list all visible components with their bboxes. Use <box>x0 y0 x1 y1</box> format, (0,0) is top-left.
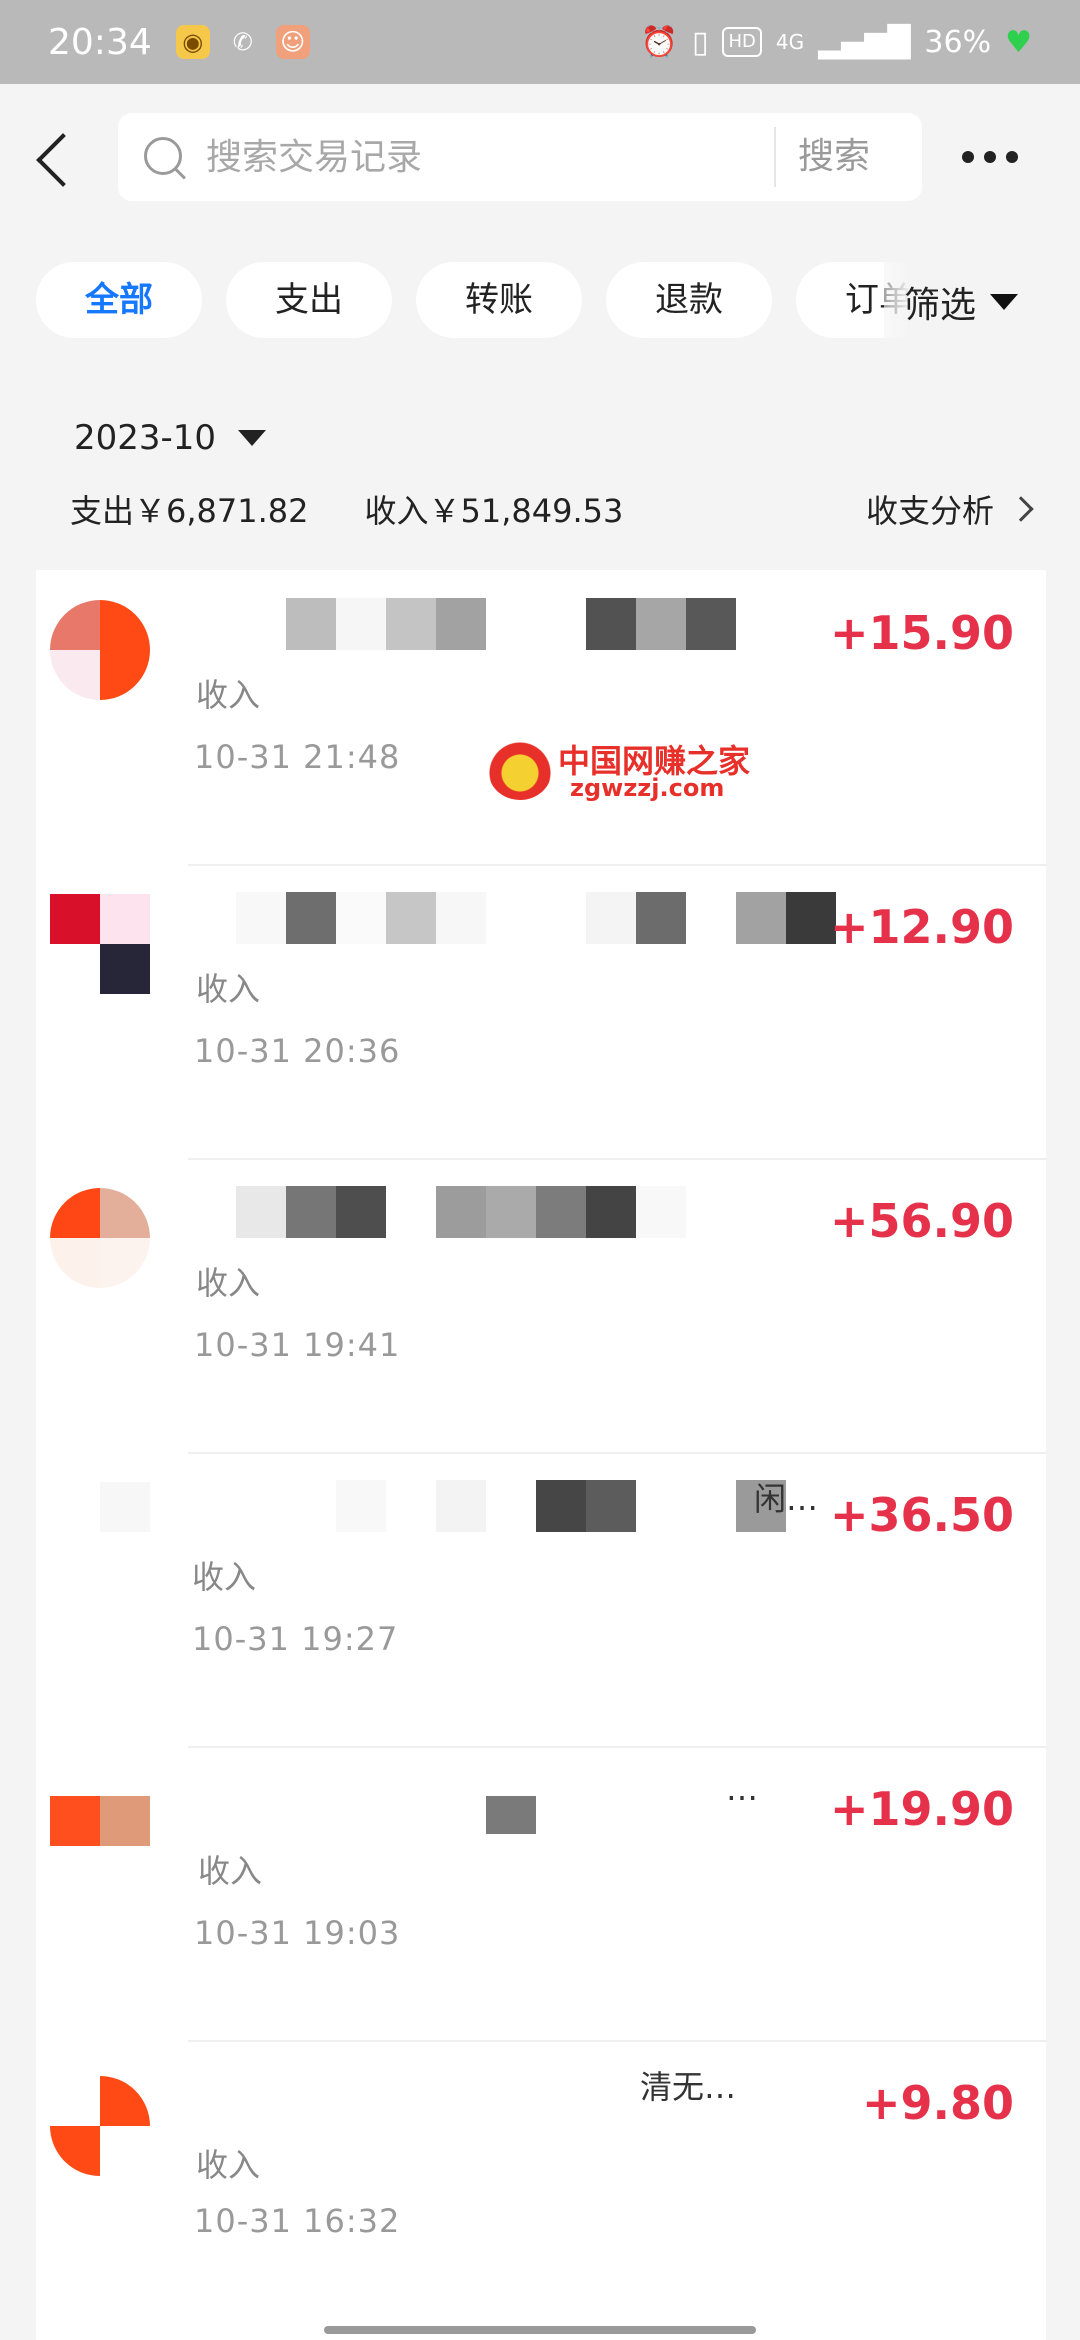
app-notification-icon: ◉ <box>175 25 210 59</box>
transaction-row[interactable]: 收入 10-31 21:48 +15.90 <box>36 570 1046 864</box>
transaction-row[interactable]: 收入 10-31 19:41 +56.90 <box>36 1158 1046 1452</box>
tab-refund[interactable]: 退款 <box>606 262 772 338</box>
row-divider <box>188 864 1046 866</box>
tab-transfer[interactable]: 转账 <box>416 262 582 338</box>
merchant-avatar <box>50 2076 150 2176</box>
caret-down-icon <box>990 294 1019 310</box>
tab-all[interactable]: 全部 <box>36 262 202 338</box>
merchant-avatar <box>50 1796 150 1896</box>
watermark-logo-icon <box>488 740 552 800</box>
row-divider <box>188 2040 1046 2042</box>
transaction-title: 闲… <box>754 1480 819 1518</box>
app-notification-icon-2: ☺ <box>275 25 310 59</box>
income-total: 收入￥51,849.53 <box>364 492 624 530</box>
redacted-title <box>198 1186 838 1238</box>
search-box[interactable]: 搜索 <box>118 113 922 201</box>
month-label: 2023-10 <box>74 418 217 458</box>
transaction-time: 10-31 19:27 <box>192 1620 399 1658</box>
transaction-time: 10-31 19:41 <box>194 1326 401 1364</box>
home-indicator[interactable] <box>324 2326 756 2334</box>
heart-icon: ♥ <box>1005 24 1032 60</box>
network-type: 4G <box>775 30 805 54</box>
row-divider <box>188 1746 1046 1748</box>
transaction-type: 收入 <box>196 1264 261 1302</box>
transaction-type: 收入 <box>198 1852 263 1890</box>
search-button[interactable]: 搜索 <box>798 113 870 201</box>
phone-icon: ✆ <box>232 28 253 56</box>
transaction-type: 收入 <box>196 2146 261 2184</box>
header: 搜索 <box>0 84 1080 230</box>
row-divider <box>188 1452 1046 1454</box>
transaction-time: 10-31 20:36 <box>194 1032 401 1070</box>
status-bar: 20:34 ◉ ✆ ☺ ⏰ ▯ HD 4G ▂▄▆█ 36% ♥ <box>0 0 1080 84</box>
watermark-url: zgwzzj.com <box>570 774 725 802</box>
search-divider <box>774 127 776 187</box>
merchant-avatar <box>50 1482 150 1582</box>
transaction-row[interactable]: 收入 10-31 20:36 +12.90 <box>36 864 1046 1158</box>
transaction-amount: +15.90 <box>829 606 1014 660</box>
transaction-type: 收入 <box>196 676 261 714</box>
transaction-amount: +9.80 <box>861 2076 1014 2130</box>
filter-label: 筛选 <box>904 285 977 326</box>
analysis-label: 收支分析 <box>865 492 994 530</box>
month-summary: 支出￥6,871.82 收入￥51,849.53 收支分析 <box>70 486 1034 532</box>
status-time: 20:34 <box>48 21 152 63</box>
transaction-time: 10-31 21:48 <box>194 738 401 776</box>
transaction-time: 10-31 19:03 <box>194 1914 401 1952</box>
alarm-icon: ⏰ <box>640 24 678 60</box>
transaction-row[interactable]: 闲… 收入 10-31 19:27 +36.50 <box>36 1452 1046 1746</box>
search-input[interactable] <box>206 136 746 178</box>
battery-level: 36% <box>924 24 992 60</box>
redacted-title <box>198 1480 838 1532</box>
watermark: 中国网赚之家 zgwzzj.com <box>488 736 750 804</box>
transaction-amount: +56.90 <box>829 1194 1014 1248</box>
transaction-row[interactable]: 清无… 收入 10-31 16:32 +9.80 <box>36 2040 1046 2334</box>
redacted-title <box>198 892 838 944</box>
caret-down-icon <box>238 430 267 446</box>
merchant-avatar <box>50 894 150 994</box>
search-icon <box>142 135 186 179</box>
filter-button[interactable]: 筛选 <box>884 262 1080 342</box>
more-icon[interactable] <box>962 151 1018 163</box>
transaction-row[interactable]: … 收入 10-31 19:03 +19.90 <box>36 1746 1046 2040</box>
transaction-time: 10-31 16:32 <box>194 2202 401 2240</box>
transaction-type: 收入 <box>192 1558 257 1596</box>
back-icon[interactable] <box>30 127 80 187</box>
month-selector[interactable]: 2023-10 <box>74 418 267 458</box>
transaction-amount: +12.90 <box>829 900 1014 954</box>
tab-expense[interactable]: 支出 <box>226 262 392 338</box>
vibrate-icon: ▯ <box>691 24 709 60</box>
transaction-amount: +36.50 <box>829 1488 1014 1542</box>
analysis-link[interactable]: 收支分析 <box>865 486 1034 532</box>
filter-tabs: 全部 支出 转账 退款 订单 筛选 <box>0 262 1080 342</box>
merchant-avatar <box>50 1188 150 1288</box>
status-right: ⏰ ▯ HD 4G ▂▄▆█ 36% ♥ <box>641 25 1032 60</box>
transaction-type: 收入 <box>196 970 261 1008</box>
merchant-avatar <box>50 600 150 700</box>
signal-icon: ▂▄▆█ <box>818 24 911 60</box>
transaction-title: … <box>726 1770 758 1808</box>
hd-icon: HD <box>722 27 762 57</box>
expense-total: 支出￥6,871.82 <box>70 492 309 530</box>
redacted-title <box>198 598 838 650</box>
transaction-amount: +19.90 <box>829 1782 1014 1836</box>
transaction-title: 清无… <box>640 2068 737 2106</box>
chevron-right-icon <box>1008 496 1034 522</box>
row-divider <box>188 1158 1046 1160</box>
transaction-list: 收入 10-31 21:48 +15.90 收入 10-31 20:36 +12… <box>36 570 1046 2340</box>
